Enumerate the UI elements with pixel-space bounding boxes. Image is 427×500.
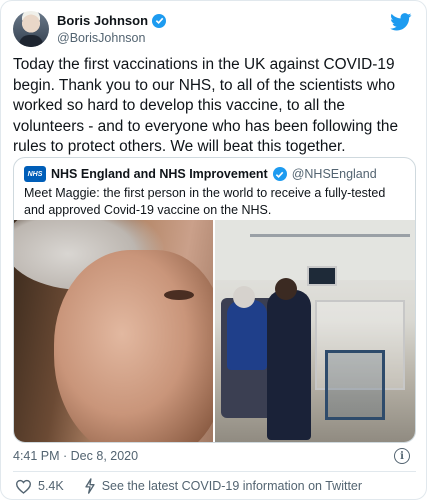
tweet-card: Boris Johnson @BorisJohnson Today the fi… [0,0,427,500]
quoted-tweet-text: Meet Maggie: the first person in the wor… [24,186,386,217]
photo-maggie-closeup[interactable] [14,220,213,442]
quoted-display-name[interactable]: NHS England and NHS Improvement [51,167,268,181]
covid-info-link[interactable]: See the latest COVID-19 information on T… [102,479,362,493]
photo-blue-chair [325,350,385,420]
photo-rail [250,234,410,237]
quoted-media [14,220,415,442]
verified-badge-icon [152,13,167,28]
photo-patient-head [233,286,255,308]
avatar[interactable] [13,11,49,47]
photo-face [54,250,213,442]
twitter-bird-icon[interactable] [390,13,412,31]
author-display-name[interactable]: Boris Johnson [57,13,148,28]
photo-nurse-head [275,278,297,300]
photo-vaccination-room[interactable] [215,220,415,442]
tweet-actions: 5.4K See the latest COVID-19 information… [15,478,362,494]
divider [13,471,416,472]
nhs-logo-icon: NHS [24,166,46,182]
quoted-tweet-header: NHS NHS England and NHS Improvement @NHS… [24,166,377,182]
tweet-text: Today the first vaccinations in the UK a… [13,56,399,155]
photo-patient [227,300,267,370]
heart-icon[interactable] [15,479,32,494]
author-name-line: Boris Johnson [57,13,167,28]
photo-eye [164,290,194,300]
tweet-timestamp[interactable]: 4:41 PM · Dec 8, 2020 [13,449,138,463]
info-icon[interactable]: i [394,448,410,464]
verified-badge-icon [272,167,287,181]
photo-monitor [307,266,337,286]
like-count[interactable]: 5.4K [38,479,64,493]
author-handle[interactable]: @BorisJohnson [57,31,145,45]
photo-nurse [267,290,311,440]
avatar-suit [19,35,43,47]
quoted-tweet[interactable]: NHS NHS England and NHS Improvement @NHS… [13,157,416,443]
lightning-icon [85,478,95,494]
quoted-handle[interactable]: @NHSEngland [292,167,377,181]
